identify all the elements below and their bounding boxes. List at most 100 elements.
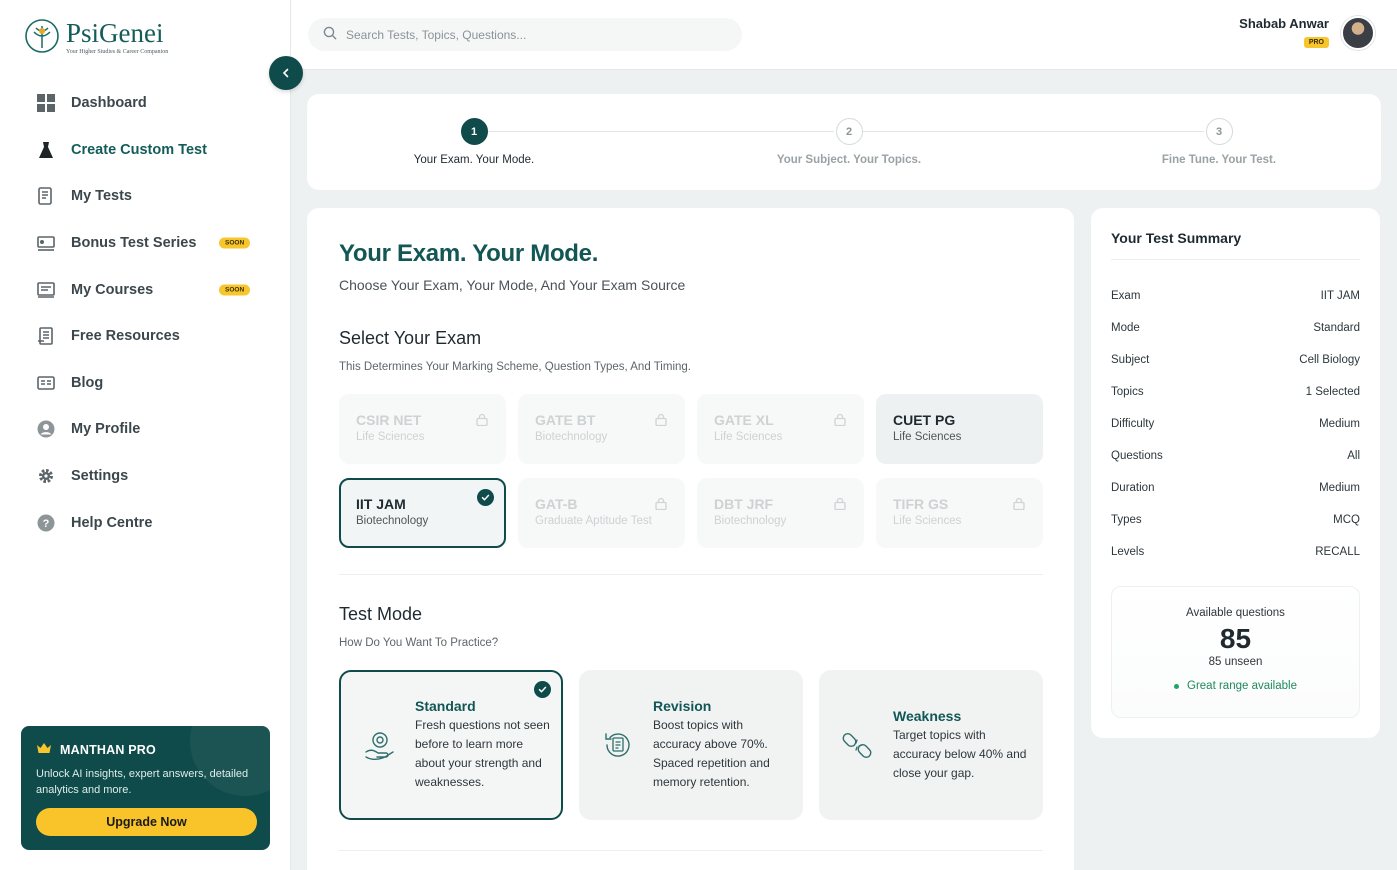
mode-heading: Test Mode <box>339 604 423 624</box>
summary-value: Medium <box>1319 482 1360 494</box>
step-number: 3 <box>1205 118 1233 145</box>
upgrade-now-button[interactable]: Upgrade Now <box>36 808 257 836</box>
page-title: Your Exam. Your Mode. <box>339 240 599 267</box>
step-number: 2 <box>835 118 863 145</box>
mode-text: Target topics with accuracy below 40% an… <box>893 727 1027 780</box>
search-placeholder: Search Tests, Topics, Questions... <box>346 27 527 42</box>
step-1[interactable]: 1 Your Exam. Your Mode. <box>344 118 604 166</box>
exam-option-dbt-jrf[interactable]: DBT JRF Biotechnology <box>697 478 864 548</box>
exam-category: Life Sciences <box>714 431 783 443</box>
brand-logo[interactable]: PsiGenei Your Higher Studies & Career Co… <box>24 18 168 55</box>
summary-value: Medium <box>1319 418 1360 430</box>
exam-category: Graduate Aptitude Test <box>535 515 652 527</box>
user-name: Shabab Anwar <box>1239 16 1329 31</box>
sidebar-item-label: Dashboard <box>71 95 147 112</box>
summary-row-subject: Subject Cell Biology <box>1111 344 1360 376</box>
sidebar-nav: Dashboard Create Custom Test My Tests Bo… <box>36 80 266 546</box>
soon-badge: SOON <box>219 237 251 249</box>
sidebar-item-label: Settings <box>71 468 129 485</box>
summary-rows: Exam IIT JAM Mode Standard Subject Cell Bio… <box>1111 280 1360 568</box>
mode-title: Standard <box>415 698 476 714</box>
summary-row-duration: Duration Medium <box>1111 472 1360 504</box>
sidebar-item-label: Bonus Test Series <box>71 235 197 252</box>
check-icon <box>534 681 551 698</box>
sidebar-item-bonus-test-series[interactable]: Bonus Test Series SOON <box>36 220 266 267</box>
exam-name: DBT JRF <box>714 496 774 512</box>
sidebar-item-my-courses[interactable]: My Courses SOON <box>36 266 266 313</box>
sidebar-item-free-resources[interactable]: Free Resources <box>36 313 266 360</box>
exam-name: IIT JAM <box>356 496 406 512</box>
pro-promo-card: MANTHAN PRO Unlock AI insights, expert a… <box>21 726 270 850</box>
exam-option-gate-bt[interactable]: GATE BT Biotechnology <box>518 394 685 464</box>
mode-option-revision[interactable]: Revision Boost topics with accuracy abov… <box>579 670 803 820</box>
sidebar: PsiGenei Your Higher Studies & Career Co… <box>0 0 291 870</box>
lock-icon <box>655 497 667 515</box>
exam-option-iit-jam[interactable]: IIT JAM Biotechnology <box>339 478 506 548</box>
collapse-sidebar-button[interactable] <box>269 56 303 90</box>
mode-option-weakness[interactable]: Weakness Target topics with accuracy bel… <box>819 670 1043 820</box>
summary-key: Subject <box>1111 354 1150 366</box>
avatar[interactable] <box>1341 16 1375 50</box>
sidebar-item-my-profile[interactable]: My Profile <box>36 406 266 453</box>
sidebar-item-settings[interactable]: Settings <box>36 453 266 500</box>
exam-option-csir-net[interactable]: CSIR NET Life Sciences <box>339 394 506 464</box>
courses-icon <box>36 280 55 299</box>
step-label: Your Exam. Your Mode. <box>413 154 535 166</box>
crown-icon <box>36 742 52 757</box>
lock-icon <box>655 413 667 431</box>
available-label: Available questions <box>1186 607 1285 619</box>
exam-category: Life Sciences <box>356 431 425 443</box>
exam-category: Biotechnology <box>356 515 429 527</box>
range-note: Great range available <box>1187 680 1297 692</box>
summary-row-difficulty: Difficulty Medium <box>1111 408 1360 440</box>
exam-name: GAT-B <box>535 496 578 512</box>
mode-text: Fresh questions not seen before to learn… <box>415 718 550 789</box>
sidebar-item-create-custom-test[interactable]: Create Custom Test <box>36 127 266 174</box>
search-input[interactable]: Search Tests, Topics, Questions... <box>308 18 742 51</box>
check-icon <box>477 489 494 506</box>
exam-option-cuet-pg[interactable]: CUET PG Life Sciences <box>876 394 1043 464</box>
exam-option-tifr-gs[interactable]: TIFR GS Life Sciences <box>876 478 1043 548</box>
step-2[interactable]: 2 Your Subject. Your Topics. <box>719 118 979 166</box>
summary-row-types: Types MCQ <box>1111 504 1360 536</box>
promo-title: MANTHAN PRO <box>36 742 255 757</box>
pro-badge: PRO <box>1303 37 1329 48</box>
exam-option-gate-xl[interactable]: GATE XL Life Sciences <box>697 394 864 464</box>
status-dot-icon <box>1174 683 1180 689</box>
page-subtitle: Choose Your Exam, Your Mode, And Your Ex… <box>339 277 686 293</box>
step-label: Fine Tune. Your Test. <box>1161 154 1277 166</box>
my-tests-icon <box>36 187 55 206</box>
sidebar-item-blog[interactable]: Blog <box>36 360 266 407</box>
user-menu[interactable]: Shabab Anwar PRO <box>1239 16 1375 50</box>
sidebar-item-label: Free Resources <box>71 328 180 345</box>
summary-key: Difficulty <box>1111 418 1155 430</box>
section-divider <box>339 850 1043 851</box>
top-bar: Search Tests, Topics, Questions... Shaba… <box>291 0 1397 70</box>
lock-icon <box>1013 497 1025 515</box>
sidebar-item-label: My Tests <box>71 188 132 205</box>
exam-category: Biotechnology <box>535 431 608 443</box>
sidebar-item-label: My Profile <box>71 421 141 438</box>
weakness-mode-icon <box>841 728 875 762</box>
exam-name: GATE XL <box>714 412 774 428</box>
section-divider <box>339 574 1043 575</box>
mode-title: Weakness <box>893 707 962 724</box>
exam-description: This Determines Your Marking Scheme, Que… <box>339 361 691 373</box>
sidebar-item-dashboard[interactable]: Dashboard <box>36 80 266 127</box>
range-status: Great range available <box>1112 680 1359 692</box>
summary-key: Exam <box>1111 290 1141 302</box>
dashboard-icon <box>36 94 55 113</box>
step-3[interactable]: 3 Fine Tune. Your Test. <box>1089 118 1349 166</box>
sidebar-item-help-centre[interactable]: ? Help Centre <box>36 499 266 546</box>
summary-key: Topics <box>1111 386 1144 398</box>
step-number: 1 <box>460 118 488 145</box>
search-icon <box>323 26 337 43</box>
progress-stepper: 1 Your Exam. Your Mode. 2 Your Subject. … <box>307 94 1381 190</box>
exam-option-gat-b[interactable]: GAT-B Graduate Aptitude Test <box>518 478 685 548</box>
summary-key: Questions <box>1111 450 1163 462</box>
exam-name: CUET PG <box>893 412 956 428</box>
blog-icon <box>36 373 55 392</box>
mode-option-standard[interactable]: Standard Fresh questions not seen before… <box>339 670 563 820</box>
sidebar-item-my-tests[interactable]: My Tests <box>36 173 266 220</box>
chevron-left-icon <box>281 65 291 82</box>
